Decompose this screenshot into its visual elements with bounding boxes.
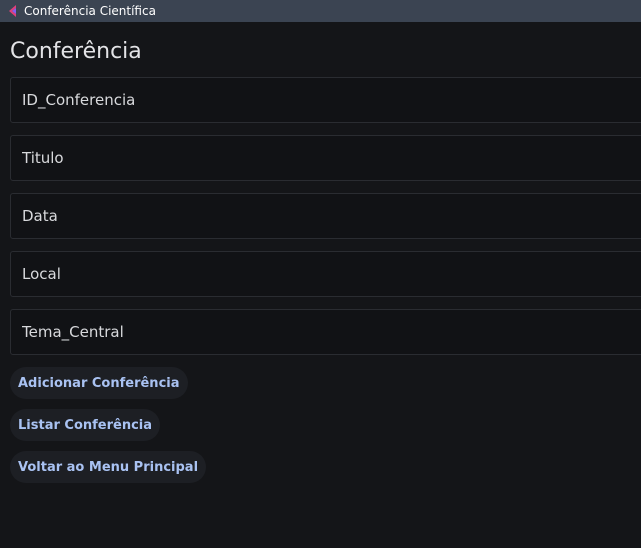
- title-bar: Conferência Científica: [0, 0, 641, 22]
- app-logo-icon: [5, 4, 19, 18]
- tema-central-field[interactable]: [10, 309, 641, 355]
- window-title: Conferência Científica: [24, 4, 156, 18]
- back-to-main-menu-button[interactable]: Voltar ao Menu Principal: [10, 451, 207, 483]
- local-field[interactable]: [10, 251, 641, 297]
- main-content: Conferência Adicionar Conferência Listar…: [0, 22, 641, 548]
- page-title: Conferência: [10, 39, 142, 64]
- data-field[interactable]: [10, 193, 641, 239]
- titulo-field[interactable]: [10, 135, 641, 181]
- id-conferencia-field[interactable]: [10, 77, 641, 123]
- add-conference-button[interactable]: Adicionar Conferência: [10, 367, 188, 399]
- list-conference-button[interactable]: Listar Conferência: [10, 409, 161, 441]
